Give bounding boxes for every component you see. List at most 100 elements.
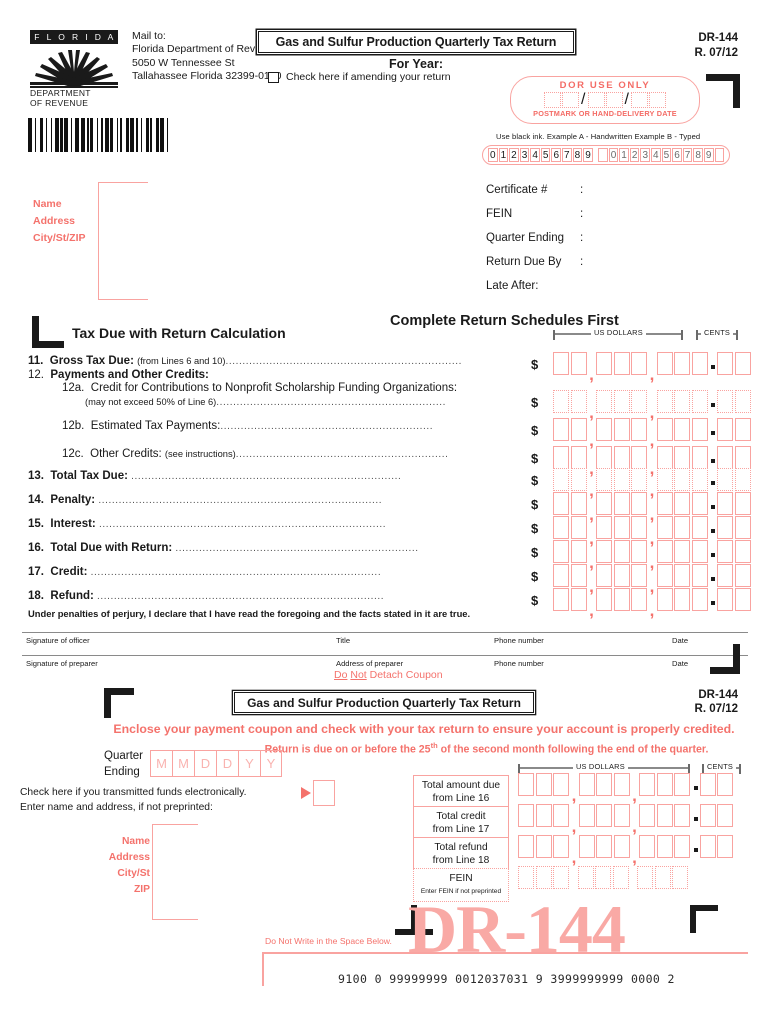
quarter-ending-cell[interactable]: M (172, 750, 194, 777)
dollar-digit-box[interactable] (639, 835, 655, 858)
cents-digit-box[interactable] (734, 516, 751, 539)
money-entry-row[interactable]: ,, (553, 540, 752, 571)
postmark-dd-1[interactable] (587, 92, 605, 108)
dollar-digit-box[interactable] (553, 835, 569, 858)
fein-digit-box[interactable] (654, 866, 671, 889)
dollar-digit-box[interactable] (613, 835, 630, 858)
dollar-digit-box[interactable] (578, 835, 595, 858)
postmark-mm-1[interactable] (544, 92, 562, 108)
dollar-digit-box[interactable] (613, 492, 630, 515)
dollar-digit-box[interactable] (691, 492, 708, 515)
dollar-digit-box[interactable] (613, 516, 630, 539)
fein-digit-box[interactable] (518, 866, 534, 889)
dollar-digit-box[interactable] (674, 564, 690, 587)
cents-digit-box[interactable] (734, 468, 751, 491)
quarter-ending-cell[interactable]: M (150, 750, 172, 777)
dollar-digit-box[interactable] (570, 352, 587, 375)
dollar-digit-box[interactable] (578, 804, 595, 827)
dollar-digit-box[interactable] (656, 588, 673, 611)
dollar-digit-box[interactable] (674, 492, 690, 515)
dollar-digit-box[interactable] (674, 835, 690, 858)
dollar-digit-box[interactable] (656, 835, 673, 858)
dollar-digit-box[interactable] (553, 564, 569, 587)
cents-digit-box[interactable] (717, 418, 733, 441)
dollar-digit-box[interactable] (535, 835, 552, 858)
dollar-digit-box[interactable] (674, 516, 690, 539)
money-entry-row[interactable]: ,, (553, 588, 752, 619)
dollar-digit-box[interactable] (535, 804, 552, 827)
dollar-digit-box[interactable] (691, 390, 708, 413)
amend-checkbox[interactable] (268, 71, 279, 83)
dollar-digit-box[interactable] (674, 446, 690, 469)
dollar-digit-box[interactable] (596, 540, 612, 563)
fein-digit-box[interactable] (577, 866, 594, 889)
dollar-digit-box[interactable] (631, 390, 647, 413)
cents-digit-box[interactable] (734, 390, 751, 413)
dollar-digit-box[interactable] (674, 773, 690, 796)
cents-digit-box[interactable] (717, 516, 733, 539)
dollar-digit-box[interactable] (631, 492, 647, 515)
money-entry-row[interactable]: ,, (553, 418, 752, 449)
dollar-digit-box[interactable] (553, 588, 569, 611)
money-entry-row[interactable]: ,, (553, 352, 752, 383)
cents-digit-box[interactable] (717, 468, 733, 491)
money-entry-row[interactable]: ,, (553, 564, 752, 595)
dollar-digit-box[interactable] (553, 492, 569, 515)
cents-digit-box[interactable] (717, 390, 733, 413)
cents-digit-box[interactable] (699, 804, 716, 827)
dollar-digit-box[interactable] (570, 418, 587, 441)
dollar-digit-box[interactable] (596, 835, 612, 858)
cents-digit-box[interactable] (717, 352, 733, 375)
postmark-yy-2[interactable] (648, 92, 666, 108)
dollar-digit-box[interactable] (656, 516, 673, 539)
dollar-digit-box[interactable] (674, 468, 690, 491)
fein-digit-box[interactable] (553, 866, 569, 889)
cents-digit-box[interactable] (734, 588, 751, 611)
dollar-digit-box[interactable] (553, 540, 569, 563)
postmark-mm-2[interactable] (562, 92, 580, 108)
dollar-digit-box[interactable] (570, 446, 587, 469)
dollar-digit-box[interactable] (656, 446, 673, 469)
fein-digit-box[interactable] (672, 866, 688, 889)
cents-digit-box[interactable] (717, 564, 733, 587)
dollar-digit-box[interactable] (631, 564, 647, 587)
fein-digit-box[interactable] (612, 866, 629, 889)
cents-digit-box[interactable] (717, 773, 733, 796)
dollar-digit-box[interactable] (656, 418, 673, 441)
cents-digit-box[interactable] (717, 446, 733, 469)
cents-digit-box[interactable] (717, 492, 733, 515)
cents-digit-box[interactable] (717, 588, 733, 611)
dollar-digit-box[interactable] (570, 390, 587, 413)
dollar-digit-box[interactable] (613, 773, 630, 796)
dollar-digit-box[interactable] (691, 352, 708, 375)
dollar-digit-box[interactable] (553, 390, 569, 413)
dollar-digit-box[interactable] (631, 418, 647, 441)
dollar-digit-box[interactable] (613, 468, 630, 491)
dollar-digit-box[interactable] (553, 468, 569, 491)
dollar-digit-box[interactable] (613, 352, 630, 375)
postmark-date-cells[interactable]: / / (511, 92, 699, 108)
dollar-digit-box[interactable] (596, 588, 612, 611)
cents-digit-box[interactable] (699, 773, 716, 796)
dollar-digit-box[interactable] (656, 352, 673, 375)
dollar-digit-box[interactable] (613, 446, 630, 469)
cents-digit-box[interactable] (734, 564, 751, 587)
postmark-yy-1[interactable] (630, 92, 648, 108)
dollar-digit-box[interactable] (570, 468, 587, 491)
dollar-digit-box[interactable] (613, 588, 630, 611)
cents-digit-box[interactable] (717, 540, 733, 563)
dollar-digit-box[interactable] (674, 418, 690, 441)
fein-digit-box[interactable] (637, 866, 653, 889)
cents-digit-box[interactable] (699, 835, 716, 858)
dollar-digit-box[interactable] (656, 773, 673, 796)
dollar-digit-box[interactable] (691, 446, 708, 469)
postmark-dd-2[interactable] (605, 92, 623, 108)
dollar-digit-box[interactable] (518, 835, 534, 858)
dollar-digit-box[interactable] (570, 516, 587, 539)
dollar-digit-box[interactable] (596, 468, 612, 491)
dollar-digit-box[interactable] (656, 492, 673, 515)
dollar-digit-box[interactable] (596, 418, 612, 441)
dollar-digit-box[interactable] (639, 773, 655, 796)
dollar-digit-box[interactable] (691, 418, 708, 441)
dollar-digit-box[interactable] (631, 352, 647, 375)
